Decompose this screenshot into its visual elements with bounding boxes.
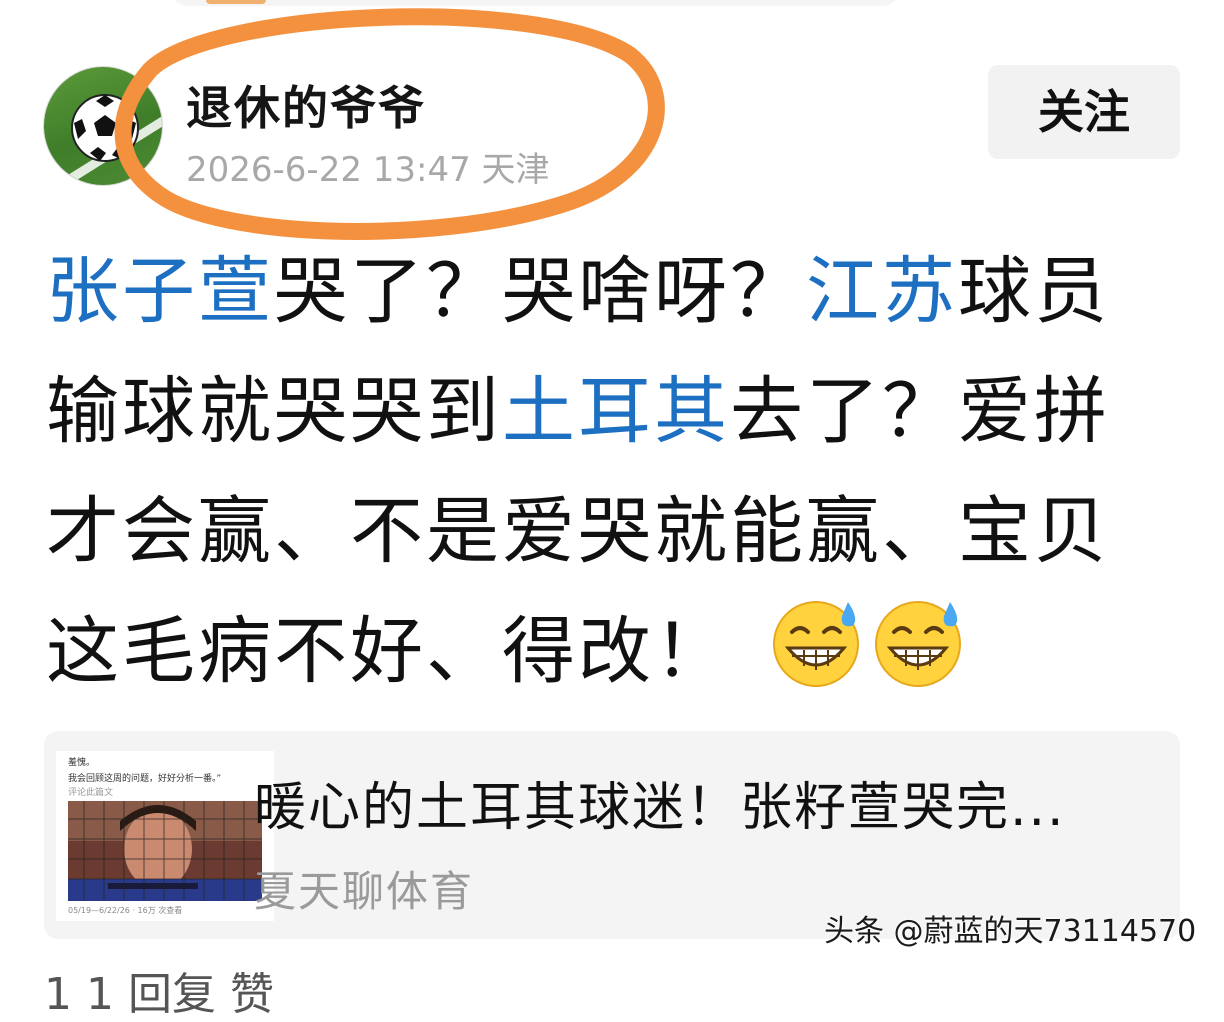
- grin-sweat-emoji-icon: [875, 601, 961, 687]
- post-line-2: 输球就哭哭到土耳其去了？爱拼: [46, 352, 1186, 472]
- post-text: 去了？爱拼: [730, 369, 1110, 454]
- post-timestamp-location: 2026-6-22 13:47 天津: [186, 150, 550, 190]
- thumbnail-text: 评论此篇文: [68, 788, 114, 798]
- post-text: 输球就哭哭到: [46, 369, 502, 454]
- post-text: 这毛病不好、得改！: [46, 609, 730, 694]
- soccer-ball-icon: [71, 94, 139, 162]
- thumbnail-text: 我会回顾这周的问题，好好分析一番。”: [68, 774, 222, 784]
- post-body: 张子萱哭了？哭啥呀？江苏球员 输球就哭哭到土耳其去了？爱拼 才会赢、不是爱哭就能…: [46, 232, 1186, 712]
- previous-item-remnant: [170, 0, 900, 6]
- article-thumbnail: 羞愧。 我会回顾这周的问题，好好分析一番。” 评论此篇文 05/19—6/22/…: [56, 751, 274, 921]
- thumbnail-text: 羞愧。: [68, 758, 96, 768]
- article-title[interactable]: 暖心的土耳其球迷！张籽萱哭完...: [254, 765, 1154, 840]
- watermark: 头条 @蔚蓝的天73114570: [824, 914, 1197, 949]
- hashtag-link[interactable]: 土耳其: [502, 369, 730, 454]
- thumbnail-text: 05/19—6/22/26 · 16万 次查看: [68, 906, 183, 915]
- follow-button[interactable]: 关注: [988, 65, 1180, 159]
- hashtag-link[interactable]: 张子萱: [46, 249, 274, 334]
- author-name[interactable]: 退休的爷爷: [186, 72, 426, 138]
- post-line-1: 张子萱哭了？哭啥呀？江苏球员: [46, 232, 1186, 352]
- article-source: 夏天聊体育: [254, 867, 475, 916]
- grin-sweat-emoji-icon: [773, 601, 859, 687]
- post-text: 球员: [958, 249, 1110, 334]
- post-text: 哭了？哭啥呀？: [274, 249, 806, 334]
- next-item-remnant: 1 1 回复 赞: [44, 969, 274, 1020]
- post-line-3: 才会赢、不是爱哭就能赢、宝贝: [46, 489, 1110, 574]
- avatar[interactable]: [44, 67, 162, 185]
- crying-player-photo: [68, 801, 262, 901]
- post-line-4: 这毛病不好、得改！: [46, 592, 1186, 712]
- hashtag-link[interactable]: 江苏: [806, 249, 958, 334]
